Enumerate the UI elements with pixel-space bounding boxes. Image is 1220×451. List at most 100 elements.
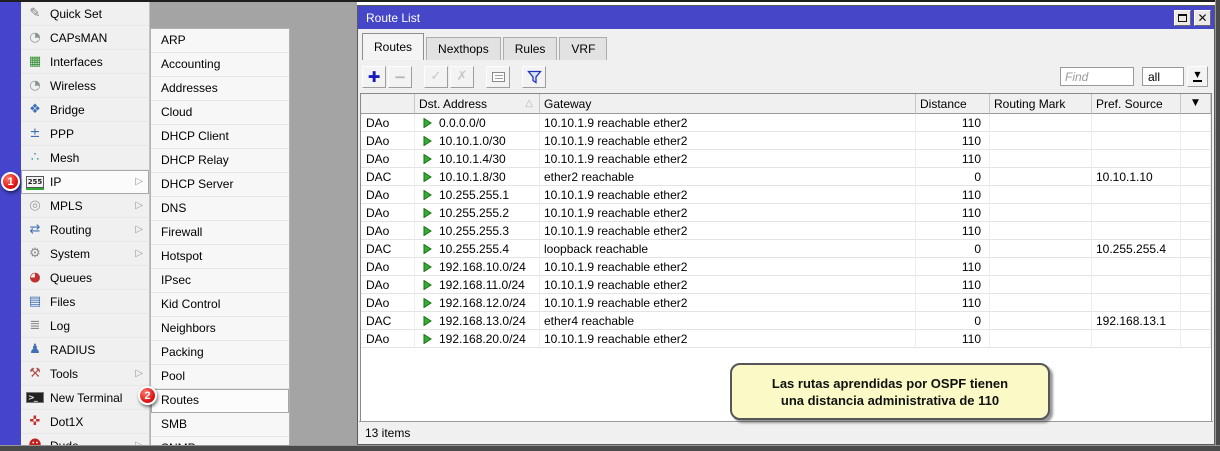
check-icon: ✓ xyxy=(431,69,442,84)
dst-address-value: 10.255.255.3 xyxy=(439,224,509,238)
submenu-item-hotspot[interactable]: Hotspot xyxy=(151,245,289,269)
routing-mark-cell xyxy=(990,150,1092,168)
sidebar-item-queues[interactable]: ◕Queues xyxy=(21,266,149,290)
log-icon: ≣ xyxy=(26,318,44,334)
maximize-button[interactable] xyxy=(1174,10,1191,26)
sidebar-item-quick-set[interactable]: ✎Quick Set xyxy=(21,2,149,26)
sidebar-item-label: Log xyxy=(50,319,70,333)
routing-mark-cell xyxy=(990,114,1092,132)
enable-button[interactable]: ✓ xyxy=(424,66,448,88)
submenu-item-dhcp-client[interactable]: DHCP Client xyxy=(151,125,289,149)
column-header-flags[interactable] xyxy=(361,94,415,114)
sidebar-item-mpls[interactable]: ◎MPLS▷ xyxy=(21,194,149,218)
pref-source-cell xyxy=(1092,330,1181,348)
submenu-item-ipsec[interactable]: IPsec xyxy=(151,269,289,293)
filter-button[interactable] xyxy=(522,66,546,88)
table-row[interactable]: DAo192.168.10.0/2410.10.1.9 reachable et… xyxy=(361,258,1211,276)
close-icon: ✕ xyxy=(1197,12,1207,24)
submenu-item-cloud[interactable]: Cloud xyxy=(151,101,289,125)
sidebar-item-label: Files xyxy=(50,295,75,309)
table-row[interactable]: DAC10.255.255.4loopback reachable010.255… xyxy=(361,240,1211,258)
submenu-item-routes[interactable]: Routes xyxy=(151,389,289,413)
active-route-icon xyxy=(423,334,432,344)
tab-nexthops[interactable]: Nexthops xyxy=(426,37,501,60)
row-end-cell xyxy=(1181,276,1211,294)
sidebar-item-routing[interactable]: ⇄Routing▷ xyxy=(21,218,149,242)
sidebar-item-capsman[interactable]: ◔CAPsMAN xyxy=(21,26,149,50)
table-row[interactable]: DAo10.10.1.4/3010.10.1.9 reachable ether… xyxy=(361,150,1211,168)
column-header-dst-address[interactable]: Dst. Address △ xyxy=(415,94,540,114)
table-row[interactable]: DAo10.10.1.0/3010.10.1.9 reachable ether… xyxy=(361,132,1211,150)
routing-mark-cell xyxy=(990,132,1092,150)
disable-button[interactable]: ✗ xyxy=(450,66,474,88)
chevron-down-icon: ▼ xyxy=(1193,71,1201,82)
table-row[interactable]: DAo192.168.12.0/2410.10.1.9 reachable et… xyxy=(361,294,1211,312)
add-button[interactable]: ✚ xyxy=(362,66,386,88)
sidebar-item-files[interactable]: ▤Files xyxy=(21,290,149,314)
column-header-pref-source[interactable]: Pref. Source xyxy=(1092,94,1181,114)
submenu-item-firewall[interactable]: Firewall xyxy=(151,221,289,245)
sidebar-item-log[interactable]: ≣ Log xyxy=(21,314,149,338)
sidebar-item-bridge[interactable]: ❖Bridge xyxy=(21,98,149,122)
column-header-gateway[interactable]: Gateway xyxy=(540,94,916,114)
sidebar-item-label: Queues xyxy=(50,271,92,285)
find-input[interactable] xyxy=(1060,67,1134,86)
step-badge-2: 2 xyxy=(138,386,157,405)
column-header-distance[interactable]: Distance xyxy=(916,94,990,114)
dst-address-value: 192.168.13.0/24 xyxy=(439,314,526,328)
table-row[interactable]: DAC10.10.1.8/30ether2 reachable010.10.1.… xyxy=(361,168,1211,186)
submenu-item-accounting[interactable]: Accounting xyxy=(151,53,289,77)
comment-button[interactable] xyxy=(486,66,510,88)
active-route-icon xyxy=(423,316,432,326)
window-titlebar[interactable]: Route List ✕ xyxy=(358,6,1214,29)
submenu-item-addresses[interactable]: Addresses xyxy=(151,77,289,101)
sidebar-item-radius[interactable]: ♟RADIUS xyxy=(21,338,149,362)
submenu-item-pool[interactable]: Pool xyxy=(151,365,289,389)
column-header-label: Dst. Address xyxy=(419,97,487,111)
sidebar-item-ip[interactable]: 255IP▷ xyxy=(21,170,149,194)
filter-scope-dropdown-button[interactable]: ▼ xyxy=(1187,66,1208,87)
terminal-icon: >_ xyxy=(26,392,44,403)
submenu-item-dhcp-server[interactable]: DHCP Server xyxy=(151,173,289,197)
sidebar-item-ppp[interactable]: ±PPP xyxy=(21,122,149,146)
sidebar-item-system[interactable]: ⚙System▷ xyxy=(21,242,149,266)
pref-source-cell xyxy=(1092,186,1181,204)
sidebar-item-dot1x[interactable]: ✜Dot1X xyxy=(21,410,149,434)
flags-cell: DAo xyxy=(361,150,415,168)
gateway-cell: 10.10.1.9 reachable ether2 xyxy=(540,258,916,276)
submenu-item-packing[interactable]: Packing xyxy=(151,341,289,365)
submenu-item-neighbors[interactable]: Neighbors xyxy=(151,317,289,341)
dst-address-value: 10.10.1.0/30 xyxy=(439,134,506,148)
filter-scope-dropdown[interactable]: all xyxy=(1142,67,1184,86)
maximize-icon xyxy=(1178,14,1187,22)
chevron-down-icon: ▼ xyxy=(1191,99,1200,109)
submenu-item-dhcp-relay[interactable]: DHCP Relay xyxy=(151,149,289,173)
gear-icon: ⚙ xyxy=(26,246,44,262)
sidebar-item-new-terminal[interactable]: >_New Terminal xyxy=(21,386,149,410)
column-header-routing-mark[interactable]: Routing Mark xyxy=(990,94,1092,114)
submenu-item-dns[interactable]: DNS xyxy=(151,197,289,221)
remove-button[interactable]: − xyxy=(388,66,412,88)
column-selector-button[interactable]: ▼ xyxy=(1181,94,1211,114)
pref-source-cell xyxy=(1092,258,1181,276)
table-row[interactable]: DAo192.168.20.0/2410.10.1.9 reachable et… xyxy=(361,330,1211,348)
table-row[interactable]: DAo10.255.255.210.10.1.9 reachable ether… xyxy=(361,204,1211,222)
table-row[interactable]: DAo10.255.255.310.10.1.9 reachable ether… xyxy=(361,222,1211,240)
tab-vrf[interactable]: VRF xyxy=(559,37,607,60)
sidebar-item-mesh[interactable]: ∴Mesh xyxy=(21,146,149,170)
submenu-item-smb[interactable]: SMB xyxy=(151,413,289,437)
submenu-item-arp[interactable]: ARP xyxy=(151,29,289,53)
table-row[interactable]: DAo192.168.11.0/2410.10.1.9 reachable et… xyxy=(361,276,1211,294)
active-route-icon xyxy=(423,280,432,290)
tab-rules[interactable]: Rules xyxy=(503,37,558,60)
sidebar-item-wireless[interactable]: ◔Wireless xyxy=(21,74,149,98)
sidebar-item-tools[interactable]: ⚒Tools▷ xyxy=(21,362,149,386)
table-row[interactable]: DAC192.168.13.0/24ether4 reachable0192.1… xyxy=(361,312,1211,330)
sidebar-item-interfaces[interactable]: ▦Interfaces xyxy=(21,50,149,74)
table-row[interactable]: DAo10.255.255.110.10.1.9 reachable ether… xyxy=(361,186,1211,204)
close-button[interactable]: ✕ xyxy=(1194,10,1211,26)
globe-icon: ◎ xyxy=(26,198,44,214)
table-row[interactable]: DAo0.0.0.0/010.10.1.9 reachable ether211… xyxy=(361,114,1211,132)
submenu-item-kid-control[interactable]: Kid Control xyxy=(151,293,289,317)
tab-routes[interactable]: Routes xyxy=(362,33,424,60)
